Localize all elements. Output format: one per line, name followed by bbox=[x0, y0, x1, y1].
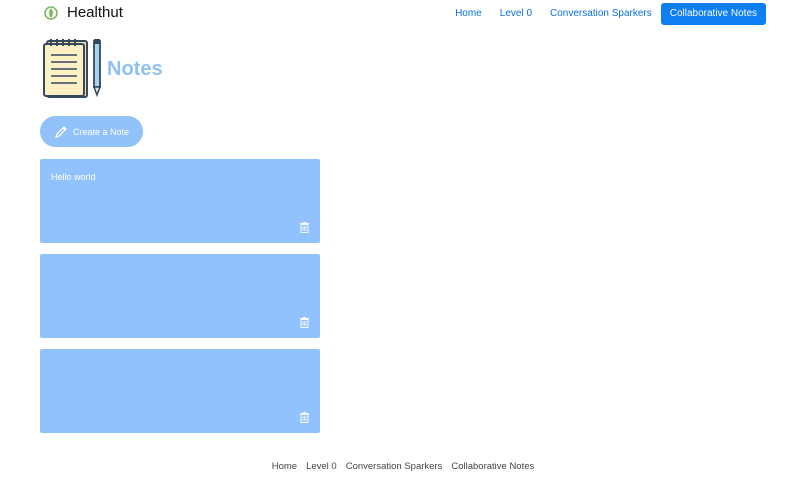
brand[interactable]: Healthut bbox=[43, 4, 123, 22]
footer-link-conversation-sparkers[interactable]: Conversation Sparkers bbox=[346, 461, 443, 472]
create-note-button[interactable]: Create a Note bbox=[40, 116, 143, 147]
footer-link-home[interactable]: Home bbox=[272, 461, 297, 472]
notepad-icon bbox=[43, 39, 102, 98]
top-navbar: Healthut Home Level 0 Conversation Spark… bbox=[0, 0, 806, 26]
footer-link-level-0[interactable]: Level 0 bbox=[306, 461, 337, 472]
trash-icon[interactable] bbox=[300, 412, 309, 423]
nav-level-0[interactable]: Level 0 bbox=[491, 4, 541, 24]
page-title: Notes bbox=[107, 58, 163, 80]
trash-icon[interactable] bbox=[300, 317, 309, 328]
nav-home[interactable]: Home bbox=[446, 4, 491, 24]
note-card[interactable] bbox=[40, 254, 320, 338]
note-card[interactable] bbox=[40, 349, 320, 433]
trash-icon[interactable] bbox=[300, 222, 309, 233]
note-card[interactable]: Hello world bbox=[40, 159, 320, 243]
brand-name: Healthut bbox=[67, 4, 123, 21]
create-note-label: Create a Note bbox=[73, 126, 130, 137]
footer-nav: Home Level 0 Conversation Sparkers Colla… bbox=[0, 461, 806, 472]
pencil-icon bbox=[55, 125, 67, 138]
nav-collaborative-notes[interactable]: Collaborative Notes bbox=[660, 3, 766, 25]
nav-conversation-sparkers[interactable]: Conversation Sparkers bbox=[541, 4, 661, 24]
main-nav: Home Level 0 Conversation Sparkers Colla… bbox=[446, 3, 766, 25]
footer-link-collaborative-notes[interactable]: Collaborative Notes bbox=[451, 461, 534, 472]
leaf-logo-icon bbox=[44, 6, 58, 20]
page-header: Notes bbox=[43, 35, 163, 99]
note-text[interactable]: Hello world bbox=[51, 172, 309, 183]
